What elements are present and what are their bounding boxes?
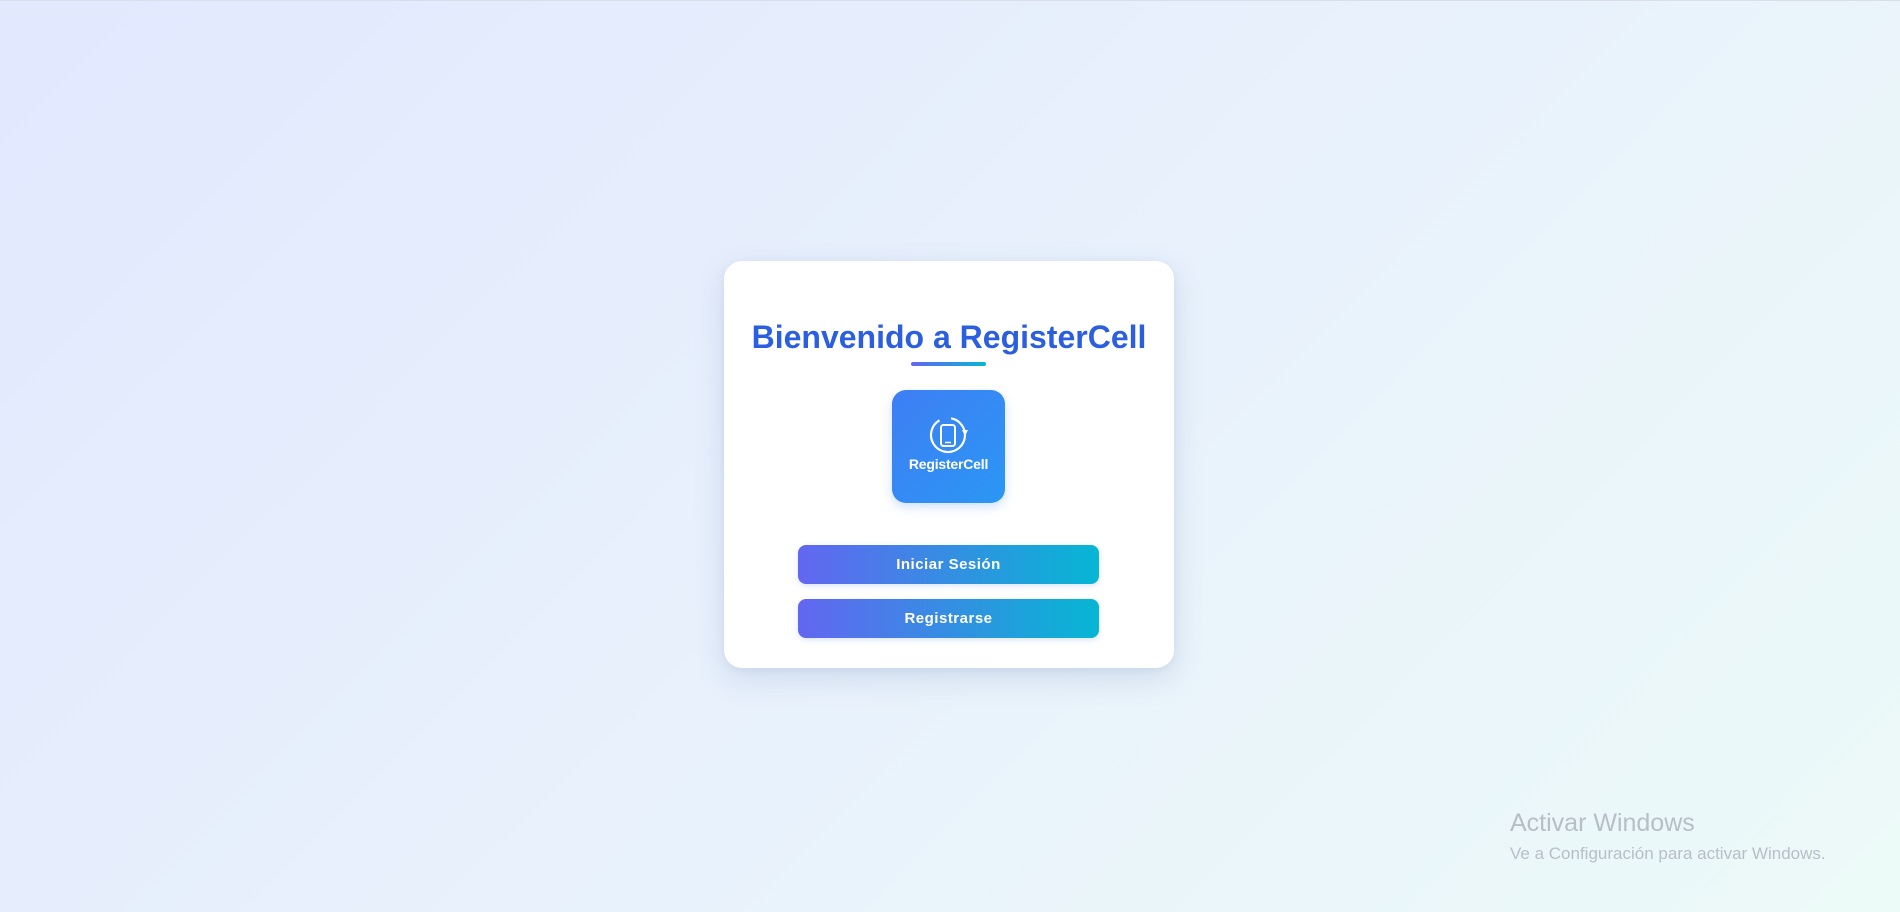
welcome-card: Bienvenido a RegisterCell RegisterCell I… xyxy=(724,261,1174,668)
watermark-subtitle: Ve a Configuración para activar Windows. xyxy=(1510,844,1826,863)
watermark-title: Activar Windows xyxy=(1510,809,1695,837)
login-button[interactable]: Iniciar Sesión xyxy=(798,545,1099,584)
window-top-border xyxy=(0,0,1900,1)
windows-activation-watermark: Activar Windows Ve a Configuración para … xyxy=(1510,807,1826,867)
app-logo: RegisterCell xyxy=(892,390,1005,503)
register-button[interactable]: Registrarse xyxy=(798,599,1099,638)
logo-text: RegisterCell xyxy=(908,456,989,472)
page-title: Bienvenido a RegisterCell xyxy=(751,319,1147,355)
title-underline xyxy=(911,362,986,366)
phone-sync-icon xyxy=(929,416,968,454)
